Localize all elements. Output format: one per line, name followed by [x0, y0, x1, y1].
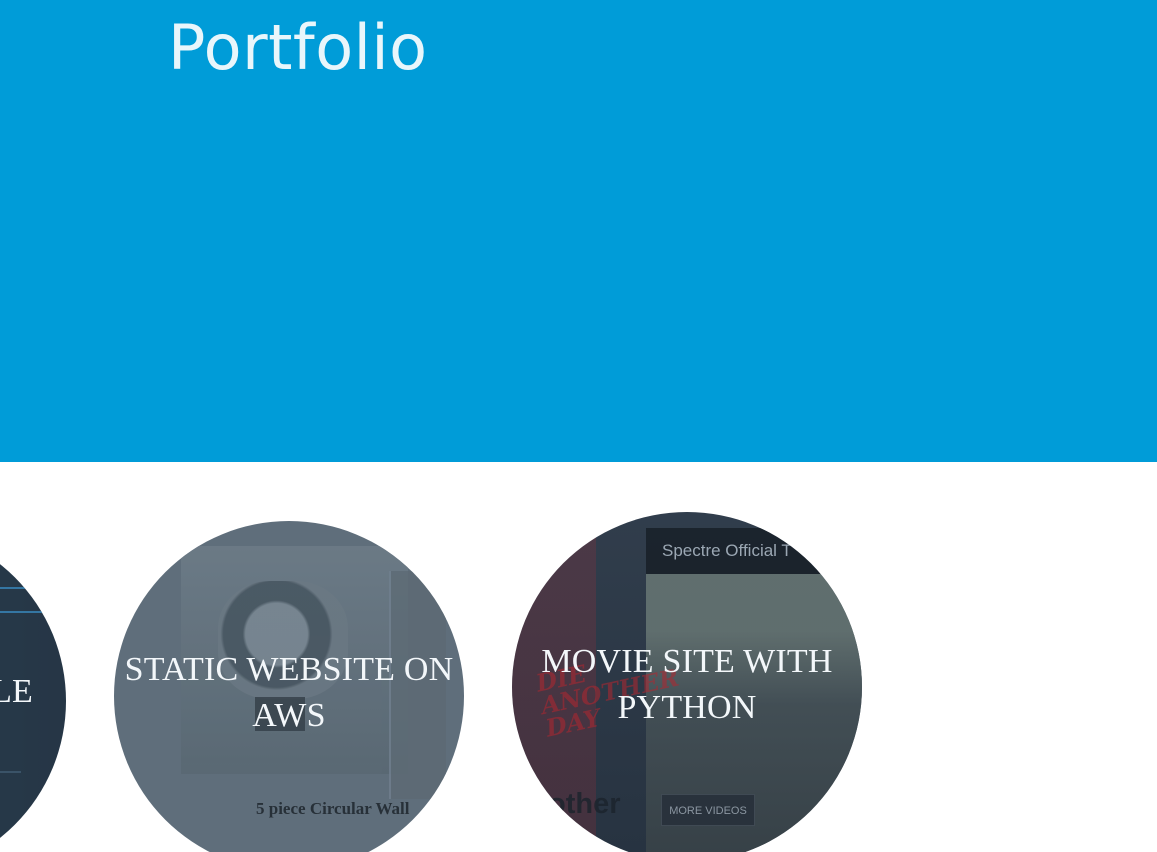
portfolio-gallery: LE 5 piece Circular Wall STATIC WEBSITE …: [0, 462, 1157, 852]
portfolio-item-static-website-aws[interactable]: 5 piece Circular Wall STATIC WEBSITE ON …: [114, 521, 464, 852]
portfolio-item-label: MOVIE SITE WITH PYTHON: [541, 643, 833, 726]
movie-poster-text: other: [548, 788, 621, 820]
page-title: Portfolio: [168, 11, 428, 84]
code-link-line: [0, 573, 66, 589]
portfolio-item-label: STATIC WEBSITE ON AWS: [124, 651, 454, 734]
portfolio-item-label: LE: [0, 673, 33, 710]
thumbnail-caption: 5 piece Circular Wall: [256, 799, 410, 818]
portfolio-hero: Portfolio: [0, 0, 1157, 462]
more-videos-button[interactable]: MORE VIDEOS: [661, 794, 755, 826]
code-text-line: [0, 757, 21, 773]
portfolio-item-movie-site-python[interactable]: Spectre Official T DIE ANOTHER DAY other M…: [512, 512, 862, 852]
code-link-line: [0, 597, 66, 613]
portfolio-item-partial[interactable]: LE: [0, 526, 66, 852]
movie-header-text: Spectre Official T: [662, 541, 792, 560]
